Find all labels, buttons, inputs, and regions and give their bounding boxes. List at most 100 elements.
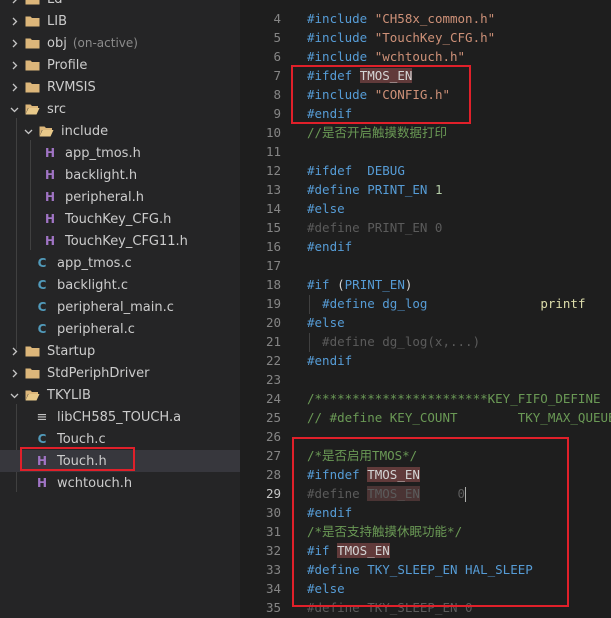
- code-line[interactable]: #else: [307, 313, 345, 332]
- chevron-right-icon[interactable]: [9, 60, 19, 70]
- line-number: 27: [265, 448, 281, 463]
- code-line[interactable]: #include "CH58x_common.h": [307, 9, 495, 28]
- chevron-right-icon[interactable]: [9, 368, 19, 378]
- header-file-icon: H: [44, 212, 56, 226]
- tree-item-label: TKYLIB: [47, 387, 91, 403]
- chevron-down-icon[interactable]: [9, 104, 19, 114]
- tree-folder-tkylib[interactable]: TKYLIB: [0, 384, 240, 406]
- code-token: #include: [307, 49, 375, 64]
- code-token: #define: [322, 296, 383, 311]
- folder-icon: [25, 15, 40, 27]
- c-file-icon: C: [37, 278, 47, 292]
- line-number: 21: [265, 334, 281, 349]
- line-number: 15: [265, 220, 281, 235]
- tree-item-label: peripheral.h: [65, 189, 144, 205]
- archive-file-icon: ≡: [36, 409, 48, 425]
- code-line[interactable]: #ifdef DEBUG: [307, 161, 405, 180]
- tree-folder-ld[interactable]: Ld: [0, 0, 240, 10]
- header-file-icon: H: [44, 234, 56, 248]
- tree-folder-stdperiphdriver[interactable]: StdPeriphDriver: [0, 362, 240, 384]
- chevron-right-icon[interactable]: [9, 82, 19, 92]
- tree-folder-profile[interactable]: Profile: [0, 54, 240, 76]
- tree-folder-obj[interactable]: obj (on-active): [0, 32, 240, 54]
- line-number: 5: [273, 30, 281, 45]
- tree-file-peripheral-h[interactable]: Hperipheral.h: [0, 186, 240, 208]
- line-number: 18: [265, 277, 281, 292]
- tree-file-touchkey-cfg-h[interactable]: H TouchKey_CFG.h: [0, 208, 240, 230]
- chevron-right-icon[interactable]: [9, 38, 19, 48]
- tree-folder-rvmsis[interactable]: RVMSIS: [0, 76, 240, 98]
- code-token: PRINT_EN: [367, 182, 435, 197]
- line-number: 34: [265, 581, 281, 596]
- tree-file-peripheral-main-c[interactable]: Cperipheral_main.c: [0, 296, 240, 318]
- tree-item-description: (on-active): [72, 36, 138, 50]
- code-line[interactable]: #define PRINT_EN 1: [307, 180, 442, 199]
- line-number: 16: [265, 239, 281, 254]
- code-token: #endif: [307, 353, 353, 368]
- folder-open-icon: [25, 103, 40, 115]
- code-line[interactable]: #include "wchtouch.h": [307, 47, 465, 66]
- code-token: "CH58x_common.h": [374, 11, 496, 26]
- annotation-box-tmos-include: [291, 65, 471, 124]
- code-line[interactable]: #endif: [307, 351, 352, 370]
- code-line[interactable]: //是否开启触摸数据打印: [307, 123, 447, 142]
- tree-file-backlight-h[interactable]: Hbacklight.h: [0, 164, 240, 186]
- line-number: 32: [265, 543, 281, 558]
- line-number: 8: [273, 87, 281, 102]
- chevron-right-icon[interactable]: [9, 0, 19, 4]
- chevron-right-icon[interactable]: [9, 346, 19, 356]
- c-file-icon: C: [37, 300, 47, 314]
- explorer-sidebar: Ld LIB obj (on-active) Profile RVMSIS src inclu…: [0, 0, 240, 618]
- c-file-icon: C: [37, 322, 47, 336]
- tree-item-label: TouchKey_CFG.h: [65, 211, 172, 227]
- line-number: 10: [265, 125, 281, 140]
- folder-icon: [25, 59, 40, 71]
- tree-item-label: backlight.h: [65, 167, 138, 183]
- chevron-right-icon[interactable]: [9, 16, 19, 26]
- c-file-icon: C: [37, 432, 47, 446]
- line-number: 6: [273, 49, 281, 64]
- header-file-icon: H: [44, 146, 56, 160]
- code-line[interactable]: #else: [307, 199, 345, 218]
- tree-folder-lib[interactable]: LIB: [0, 10, 240, 32]
- tree-folder-startup[interactable]: Startup: [0, 340, 240, 362]
- tree-file-app-tmos-h[interactable]: Happ_tmos.h: [0, 142, 240, 164]
- code-line[interactable]: /***********************KEY_FIFO_DEFINE: [307, 389, 601, 408]
- line-number: 4: [273, 11, 281, 26]
- tree-file-backlight-c[interactable]: Cbacklight.c: [0, 274, 240, 296]
- tree-folder-src[interactable]: src: [0, 98, 240, 120]
- code-line[interactable]: #define dg_log(x,...): [307, 332, 480, 351]
- tree-item-label: peripheral.c: [57, 321, 135, 337]
- tree-file-touchkey-cfg11-h[interactable]: H TouchKey_CFG11.h: [0, 230, 240, 252]
- tree-folder-include[interactable]: include: [0, 120, 240, 142]
- code-token: "wchtouch.h": [374, 49, 466, 64]
- line-number: 25: [265, 410, 281, 425]
- chevron-down-icon[interactable]: [9, 390, 19, 400]
- annotation-box-selected-file: [20, 447, 135, 471]
- folder-open-icon: [39, 125, 54, 137]
- code-token: /***********************KEY_FIFO_DEFINE: [307, 391, 601, 406]
- code-line[interactable]: #include "TouchKey_CFG.h": [307, 28, 495, 47]
- code-line[interactable]: #define PRINT_EN 0: [307, 218, 442, 237]
- tree-item-label: app_tmos.h: [65, 145, 141, 161]
- line-number-gutter: 4 5 6 7 8 9 10 11 12 13 14 15 16 17 18 19 20 21 22 23 24 25 26…: [240, 0, 287, 618]
- code-token: #else: [307, 201, 345, 216]
- chevron-down-icon[interactable]: [23, 126, 33, 136]
- tree-file-peripheral-c[interactable]: Cperipheral.c: [0, 318, 240, 340]
- line-number: 24: [265, 391, 281, 406]
- code-line[interactable]: #define dg_log printf: [307, 294, 585, 313]
- tree-item-label: Profile: [47, 57, 88, 73]
- code-token: "TouchKey_CFG.h": [374, 30, 496, 45]
- code-line[interactable]: // #define KEY_COUNT TKY_MAX_QUEUE: [307, 408, 611, 427]
- tree-item-label: libCH585_TOUCH.a: [57, 409, 182, 425]
- tree-file-app-tmos-c[interactable]: Capp_tmos.c: [0, 252, 240, 274]
- tree-file-libch585-touch-a[interactable]: ≡ libCH585_TOUCH.a: [0, 406, 240, 428]
- code-line[interactable]: #endif: [307, 237, 352, 256]
- line-number: 26: [265, 429, 281, 444]
- tree-item-label: include: [61, 123, 109, 139]
- tree-file-wchtouch-h[interactable]: Hwchtouch.h: [0, 472, 240, 494]
- code-line[interactable]: #if (PRINT_EN): [307, 275, 412, 294]
- line-number: 23: [265, 372, 281, 387]
- line-number: 12: [265, 163, 281, 178]
